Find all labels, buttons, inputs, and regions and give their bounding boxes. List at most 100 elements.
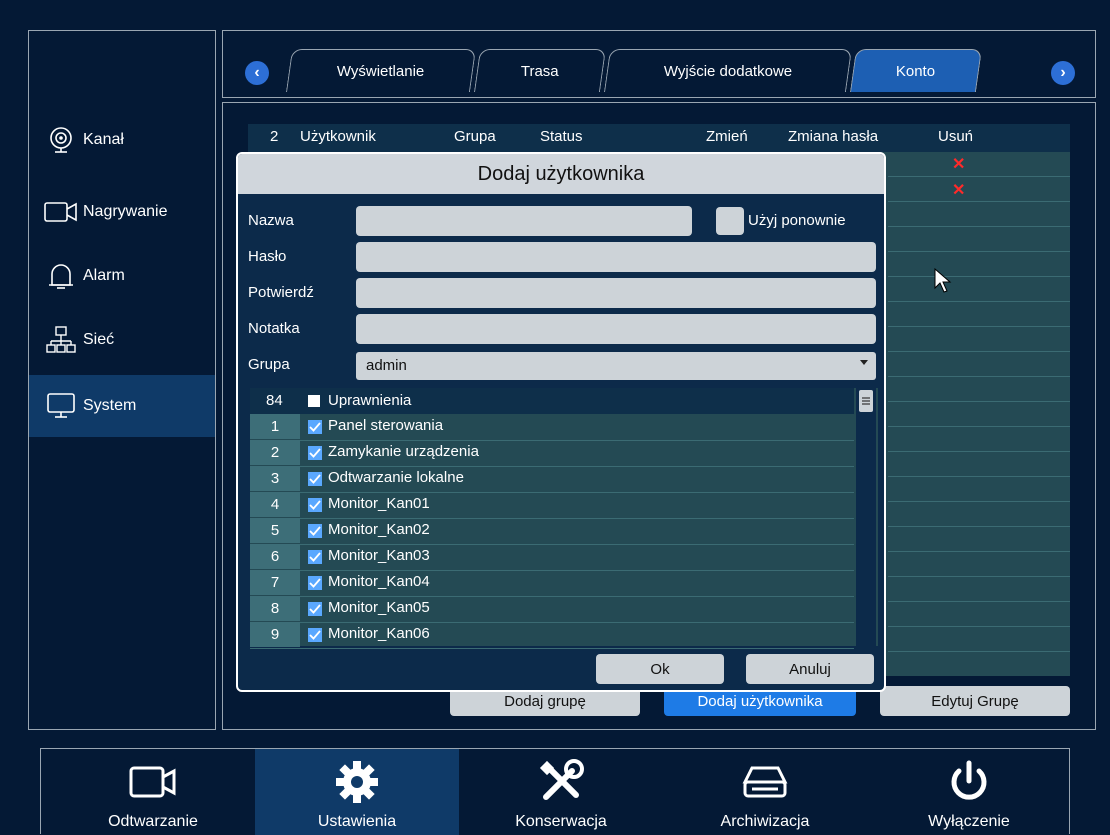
sidebar-item-system[interactable]: System xyxy=(29,375,215,437)
row-number: 7 xyxy=(250,570,300,595)
permissions-count: 84 xyxy=(266,392,283,409)
group-select-value: admin xyxy=(366,357,407,374)
edit-group-button[interactable]: Edytuj Grupę xyxy=(880,686,1070,716)
permission-label: Monitor_Kan02 xyxy=(328,521,430,538)
reuse-checkbox[interactable] xyxy=(716,207,744,235)
permission-label: Zamykanie urządzenia xyxy=(328,443,479,460)
check-icon[interactable] xyxy=(308,524,322,538)
password-field[interactable] xyxy=(356,242,876,272)
row-number: 4 xyxy=(250,492,300,517)
delete-user-button[interactable]: ✕ xyxy=(952,154,965,174)
cancel-button[interactable]: Anuluj xyxy=(746,654,874,684)
note-label: Notatka xyxy=(248,320,300,337)
permissions-scrollbar[interactable] xyxy=(856,388,876,646)
taskbar: Odtwarzanie Ustawienia Konserwacja Archi… xyxy=(40,748,1071,835)
user-count: 2 xyxy=(270,128,279,145)
sidebar-item-label: Alarm xyxy=(83,267,125,284)
permission-row[interactable]: 3 Odtwarzanie lokalne xyxy=(250,466,854,493)
permission-row[interactable]: 7 Monitor_Kan04 xyxy=(250,570,854,597)
permission-row[interactable]: 2 Zamykanie urządzenia xyxy=(250,440,854,467)
permission-row[interactable]: 6 Monitor_Kan03 xyxy=(250,544,854,571)
group-label: Grupa xyxy=(248,356,290,373)
table-row xyxy=(888,552,1070,577)
check-icon[interactable] xyxy=(308,550,322,564)
monitor-icon xyxy=(41,390,81,422)
taskbar-label: Wyłączenie xyxy=(928,813,1010,830)
permission-label: Monitor_Kan04 xyxy=(328,573,430,590)
reuse-label: Użyj ponownie xyxy=(748,212,846,229)
ok-button[interactable]: Ok xyxy=(596,654,724,684)
tab-next-button[interactable]: › xyxy=(1051,61,1075,85)
table-row xyxy=(888,627,1070,652)
group-select[interactable]: admin xyxy=(356,352,876,380)
column-header-modify: Zmień xyxy=(706,128,748,145)
permission-row[interactable]: 8 Monitor_Kan05 xyxy=(250,596,854,623)
check-icon[interactable] xyxy=(308,628,322,642)
taskbar-label: Konserwacja xyxy=(515,813,607,830)
permission-row[interactable]: 5 Monitor_Kan02 xyxy=(250,518,854,545)
taskbar-item-wylaczenie[interactable]: Wyłączenie xyxy=(867,749,1071,835)
check-icon[interactable] xyxy=(308,602,322,616)
tab-prev-button[interactable]: ‹ xyxy=(245,61,269,85)
permission-row[interactable]: 1 Panel sterowania xyxy=(250,414,854,441)
tab-konto[interactable]: Konto xyxy=(849,49,983,92)
table-row xyxy=(888,402,1070,427)
permission-label: Monitor_Kan01 xyxy=(328,495,430,512)
check-icon[interactable] xyxy=(308,498,322,512)
sidebar-item-nagrywanie[interactable]: Nagrywanie xyxy=(29,181,215,243)
table-row xyxy=(888,152,1070,177)
check-icon[interactable] xyxy=(308,446,322,460)
table-row xyxy=(888,277,1070,302)
add-user-dialog: Dodaj użytkownika Nazwa Użyj ponownie Ha… xyxy=(236,152,886,692)
taskbar-item-konserwacja[interactable]: Konserwacja xyxy=(459,749,663,835)
table-row xyxy=(888,577,1070,602)
name-field[interactable] xyxy=(356,206,692,236)
tab-wyjscie-dodatkowe[interactable]: Wyjście dodatkowe xyxy=(603,49,853,92)
column-header-delete: Usuń xyxy=(938,128,974,145)
column-header-status: Status xyxy=(540,128,583,145)
power-icon xyxy=(947,759,991,805)
chevron-down-icon xyxy=(860,360,868,365)
row-number: 5 xyxy=(250,518,300,543)
row-number: 8 xyxy=(250,596,300,621)
password-label: Hasło xyxy=(248,248,287,265)
sidebar-item-kanal[interactable]: Kanał xyxy=(29,109,215,171)
sidebar-item-alarm[interactable]: Alarm xyxy=(29,245,215,307)
permission-row[interactable]: 4 Monitor_Kan01 xyxy=(250,492,854,519)
bell-icon xyxy=(41,260,81,292)
sidebar-item-label: System xyxy=(83,397,137,414)
sidebar: Kanał Nagrywanie Alarm Sieć System xyxy=(28,30,216,730)
permission-label: Odtwarzanie lokalne xyxy=(328,469,464,486)
taskbar-item-odtwarzanie[interactable]: Odtwarzanie xyxy=(51,749,255,835)
row-number: 3 xyxy=(250,466,300,491)
table-row xyxy=(888,202,1070,227)
sidebar-item-label: Kanał xyxy=(83,131,124,148)
permission-label: Monitor_Kan05 xyxy=(328,599,430,616)
check-icon[interactable] xyxy=(308,576,322,590)
table-row xyxy=(888,327,1070,352)
chevron-left-icon: ‹ xyxy=(254,64,260,81)
row-number: 1 xyxy=(250,414,300,439)
table-row xyxy=(888,252,1070,277)
note-field[interactable] xyxy=(356,314,876,344)
tab-label: Trasa xyxy=(521,62,559,80)
taskbar-item-archiwizacja[interactable]: Archiwizacja xyxy=(663,749,867,835)
select-all-checkbox[interactable] xyxy=(308,395,320,407)
permissions-list: 84 Uprawnienia 1 Panel sterowania 2 Zamyka… xyxy=(250,388,878,649)
mouse-cursor-icon xyxy=(934,268,952,293)
delete-user-button[interactable]: ✕ xyxy=(952,180,965,200)
tab-trasa[interactable]: Trasa xyxy=(473,49,607,92)
tab-wyswietlanie[interactable]: Wyświetlanie xyxy=(285,49,477,92)
table-row xyxy=(888,352,1070,377)
confirm-password-field[interactable] xyxy=(356,278,876,308)
sidebar-item-siec[interactable]: Sieć xyxy=(29,309,215,371)
scroll-thumb[interactable] xyxy=(859,390,873,412)
tab-label: Wyjście dodatkowe xyxy=(663,62,793,80)
permission-row[interactable]: 9 Monitor_Kan06 xyxy=(250,622,854,649)
table-row xyxy=(888,302,1070,327)
row-number: 2 xyxy=(250,440,300,465)
check-icon[interactable] xyxy=(308,420,322,434)
column-header-change-password: Zmiana hasła xyxy=(788,128,879,145)
taskbar-item-ustawienia[interactable]: Ustawienia xyxy=(255,749,459,835)
check-icon[interactable] xyxy=(308,472,322,486)
